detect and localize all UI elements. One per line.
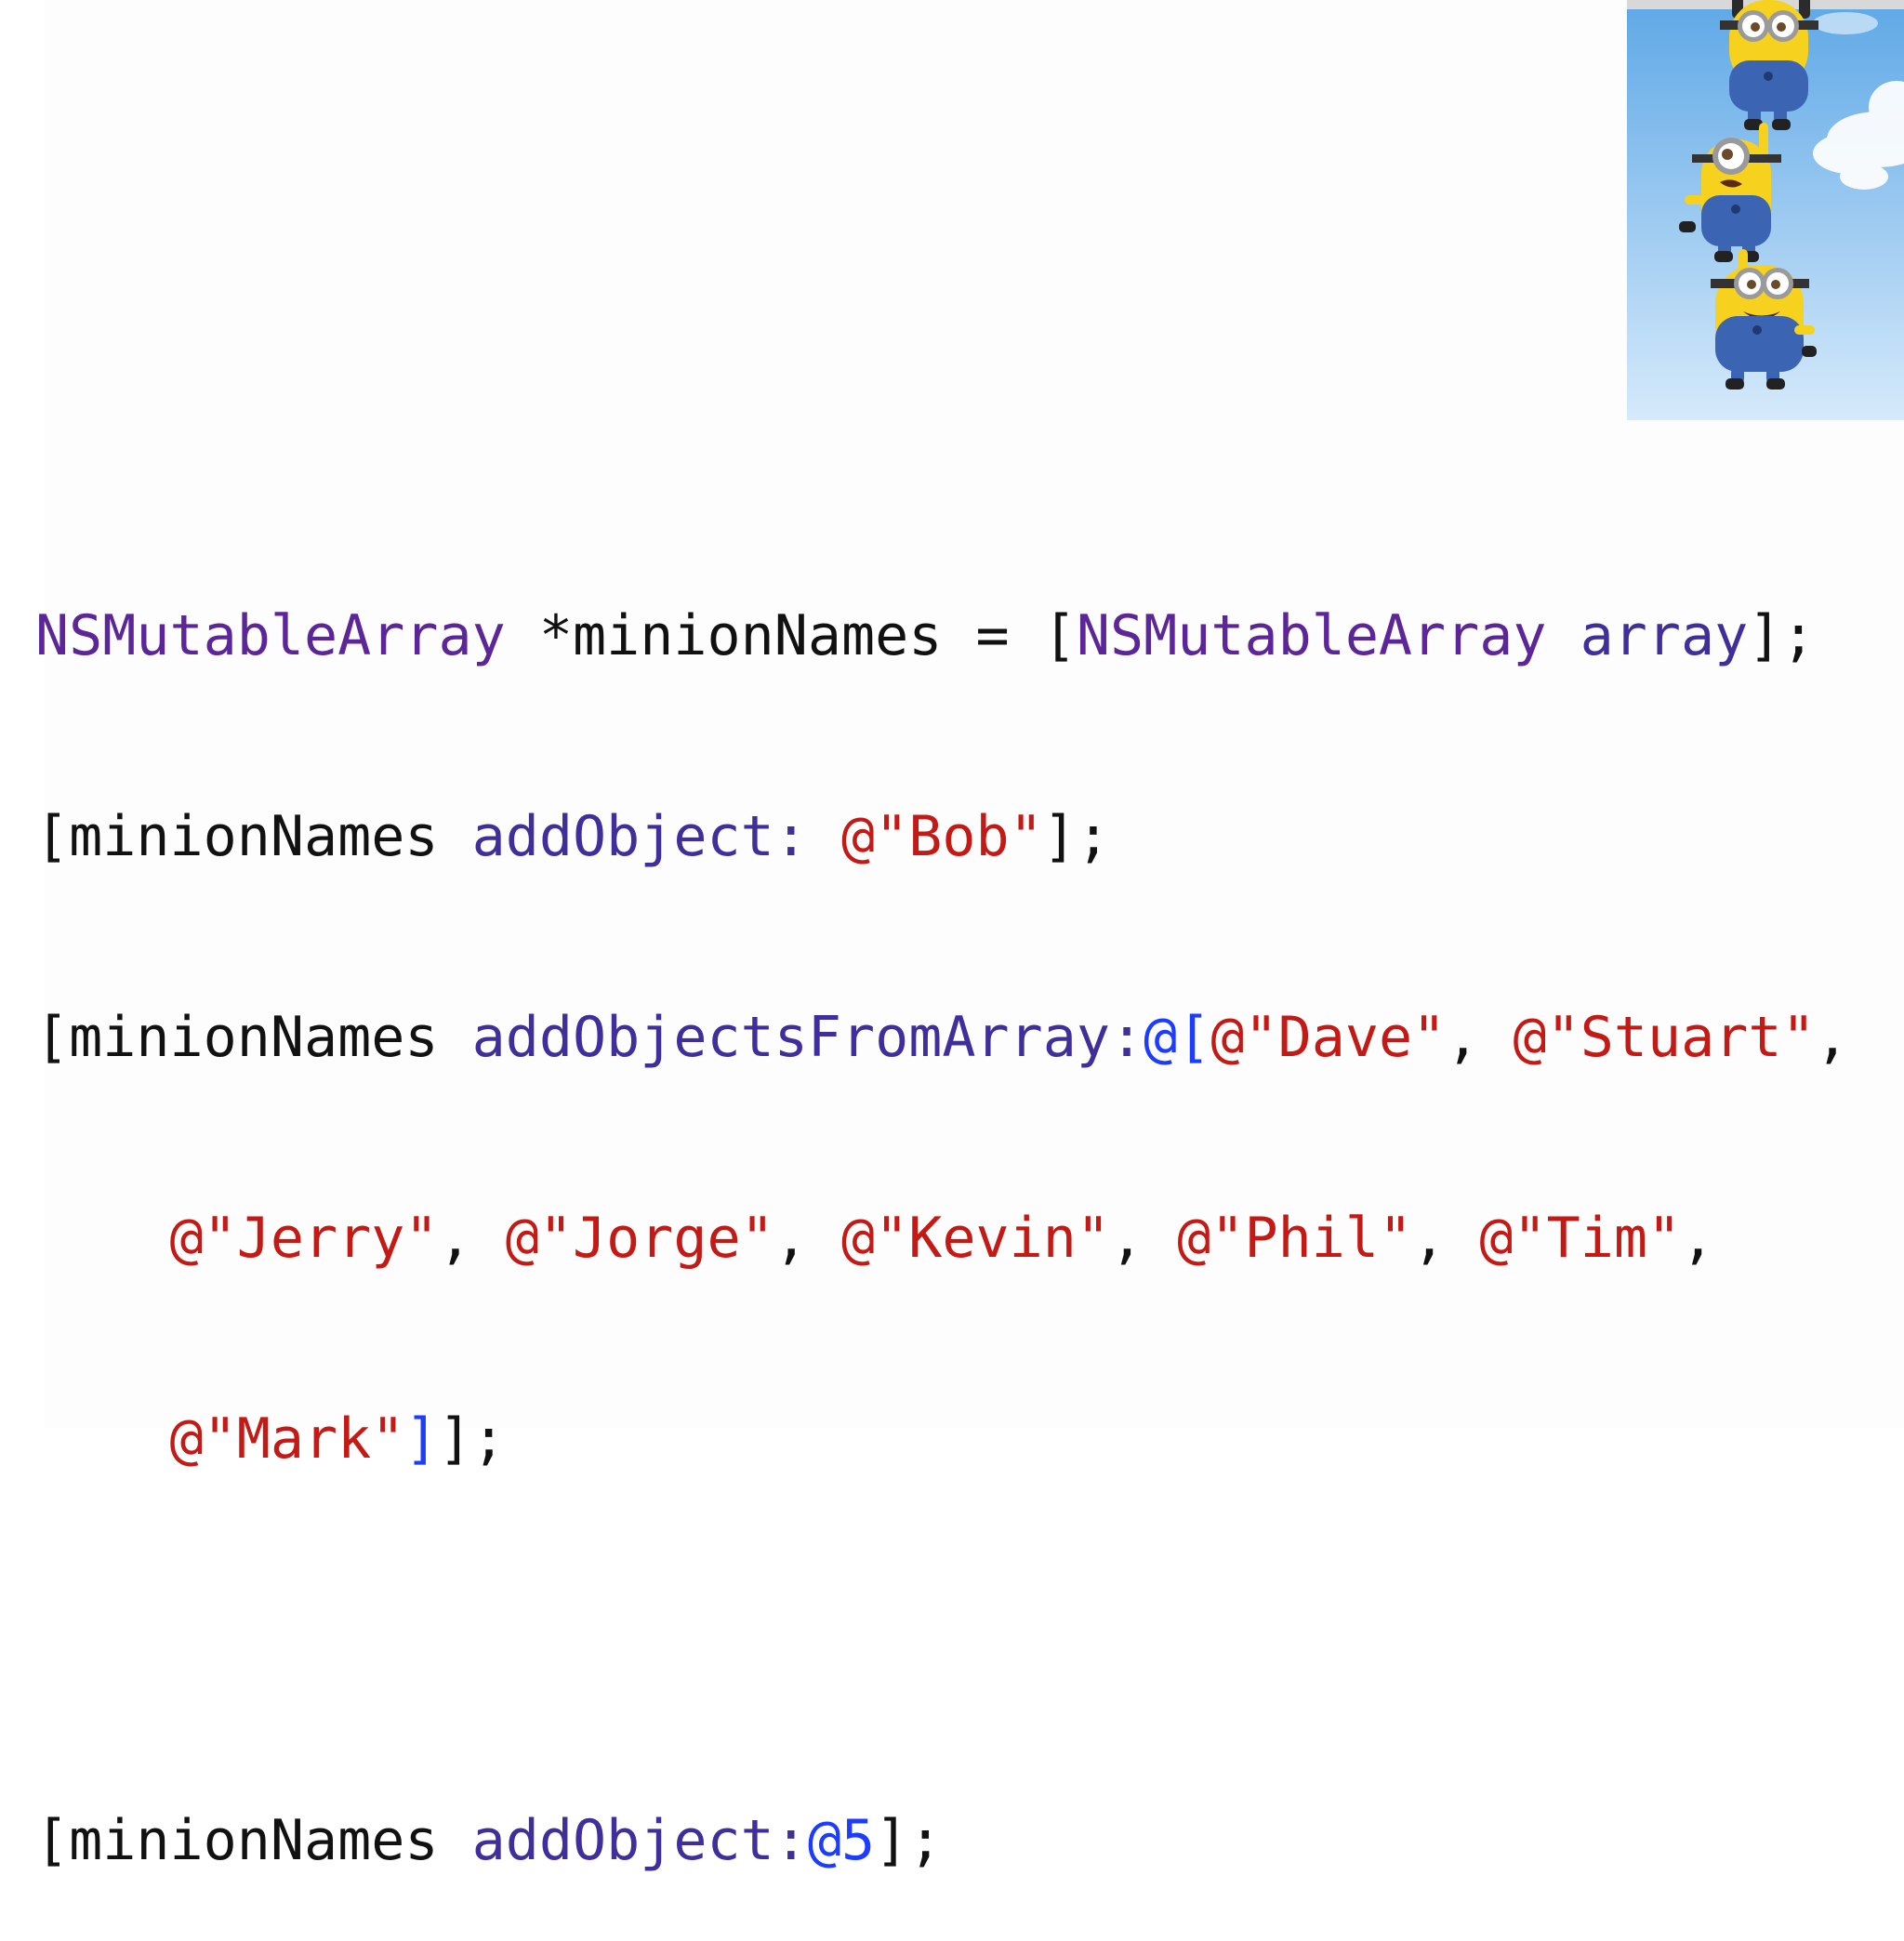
code-line-1: NSMutableArray *minionNames = [NSMutable… [35,602,1849,669]
minions-hanging-image [1627,0,1904,420]
statement-end: ]; [875,1808,943,1873]
code-line-3: [minionNames addObjectsFromArray:@[@"Dav… [35,1004,1849,1071]
method-name: addObject: [471,804,808,869]
string-literal: @"Stuart" [1513,1005,1816,1070]
method-name: addObject: [471,1808,808,1873]
separator: , [1681,1206,1715,1271]
separator: , [1815,1005,1849,1070]
minions-illustration [1627,0,1904,420]
method-name: array [1546,603,1749,668]
array-literal-open: @[ [1144,1005,1211,1070]
method-name: addObjectsFromArray: [471,1005,1144,1070]
separator: , [438,1206,506,1271]
statement-end: ]; [1748,603,1816,668]
code-line-6: [minionNames addObject:@5]; [35,1807,1849,1874]
code-line-5: @"Mark"]]; [35,1406,1849,1472]
separator: , [1109,1206,1178,1271]
separator: , [1412,1206,1480,1271]
string-literal: @"Jorge" [505,1206,774,1271]
variable-declaration: *minionNames = [ [505,603,1077,668]
string-literal: @"Tim" [1479,1206,1682,1271]
string-literal: @"Jerry" [169,1206,439,1271]
code-snippet: NSMutableArray *minionNames = [NSMutable… [35,469,1849,1941]
separator: , [1446,1005,1514,1070]
class-name: NSMutableArray [1076,603,1547,668]
code-line-4: @"Jerry", @"Jorge", @"Kevin", @"Phil", @… [35,1205,1849,1272]
string-literal: @"Dave" [1210,1005,1447,1070]
statement-end: ]; [438,1406,506,1472]
string-literal: @"Kevin" [840,1206,1110,1271]
receiver: [minionNames [35,804,472,869]
string-literal: @"Mark" [169,1406,405,1472]
separator: , [774,1206,841,1271]
string-literal: @"Phil" [1177,1206,1413,1271]
string-literal: @"Bob" [840,804,1043,869]
statement-end: ]; [1042,804,1110,869]
number-literal: @5 [807,1808,876,1873]
class-name: NSMutableArray [35,603,506,668]
receiver: [minionNames [35,1005,472,1070]
receiver: [minionNames [35,1808,472,1873]
code-line-2: [minionNames addObject: @"Bob"]; [35,803,1849,870]
array-literal-close: ] [404,1406,439,1472]
